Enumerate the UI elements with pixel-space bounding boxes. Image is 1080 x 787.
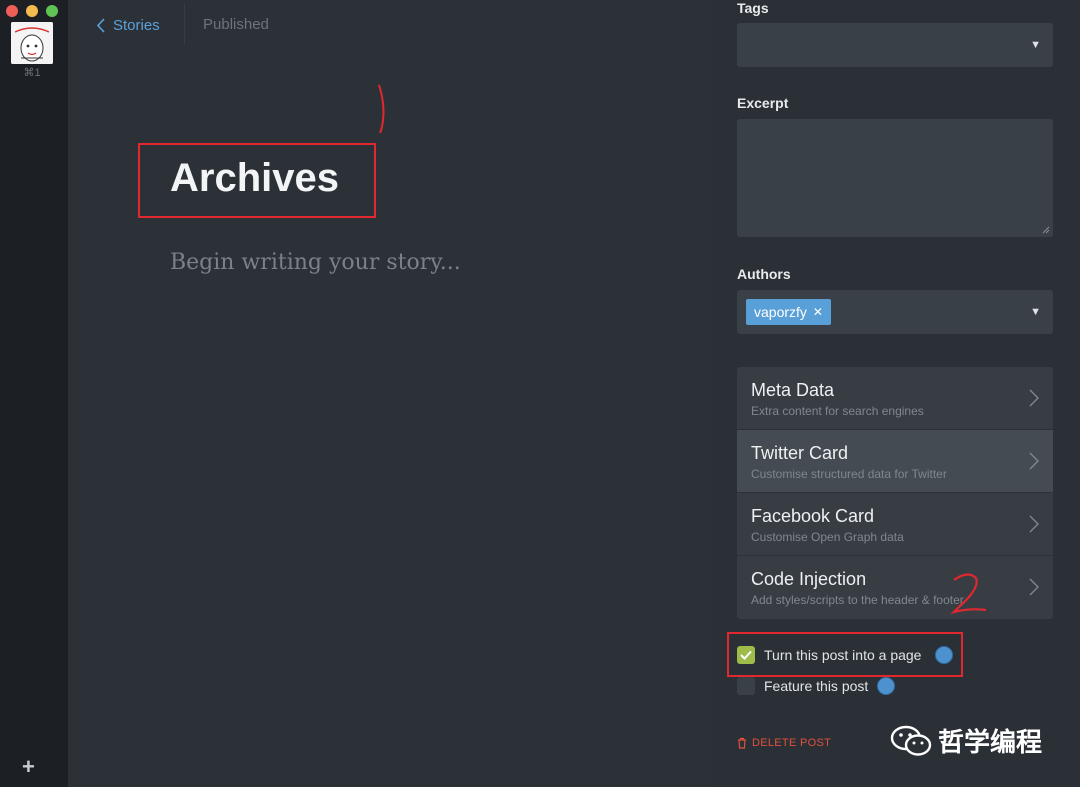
chevron-right-icon xyxy=(1029,578,1039,596)
wechat-icon xyxy=(890,725,932,756)
post-body-editor[interactable]: Begin writing your story... xyxy=(170,250,461,275)
authors-select[interactable]: vaporzfy ✕ ▼ xyxy=(737,290,1053,334)
feature-checkbox[interactable] xyxy=(737,677,755,695)
minimize-window-button[interactable] xyxy=(26,5,38,17)
tags-select[interactable]: ▼ xyxy=(737,23,1053,67)
post-title[interactable]: Archives xyxy=(170,156,339,201)
blog-avatar[interactable] xyxy=(11,22,53,64)
back-label: Stories xyxy=(113,16,160,34)
zoom-window-button[interactable] xyxy=(46,5,58,17)
menu-item-subtitle: Extra content for search engines xyxy=(751,404,924,418)
trash-icon xyxy=(738,737,746,749)
menu-item-subtitle: Customise structured data for Twitter xyxy=(751,467,947,481)
app-rail: ⌘1 + xyxy=(0,0,68,787)
close-window-button[interactable] xyxy=(6,5,18,17)
nav-divider xyxy=(184,4,185,44)
caret-down-icon: ▼ xyxy=(1030,306,1041,318)
post-status: Published xyxy=(203,16,269,33)
delete-post-button[interactable]: DELETE POST xyxy=(737,737,831,749)
menu-item-code-injection[interactable]: Code Injection Add styles/scripts to the… xyxy=(737,556,1053,619)
menu-item-title: Facebook Card xyxy=(751,506,875,526)
menu-item-subtitle: Customise Open Graph data xyxy=(751,530,904,544)
page-checkbox-label[interactable]: Turn this post into a page xyxy=(764,647,921,663)
plus-icon[interactable]: + xyxy=(22,756,35,778)
back-to-stories-link[interactable]: Stories xyxy=(96,14,160,36)
workspace-shortcut: ⌘1 xyxy=(23,67,41,79)
menu-item-subtitle: Add styles/scripts to the header & foote… xyxy=(751,593,964,607)
menu-item-meta-data[interactable]: Meta Data Extra content for search engin… xyxy=(737,367,1053,430)
feature-checkbox-label[interactable]: Feature this post xyxy=(764,678,868,694)
author-chip[interactable]: vaporzfy ✕ xyxy=(746,299,831,325)
chevron-right-icon xyxy=(1029,389,1039,407)
resize-handle-icon[interactable] xyxy=(1042,226,1050,234)
page-checkbox[interactable] xyxy=(737,646,755,664)
menu-item-title: Code Injection xyxy=(751,569,867,589)
excerpt-label: Excerpt xyxy=(737,95,789,111)
annotation-mark-1 xyxy=(378,84,385,134)
delete-post-label: DELETE POST xyxy=(752,737,832,749)
menu-item-title: Meta Data xyxy=(751,380,835,400)
menu-item-twitter-card[interactable]: Twitter Card Customise structured data f… xyxy=(737,430,1053,493)
chevron-right-icon xyxy=(1029,452,1039,470)
caret-down-icon: ▼ xyxy=(1030,39,1041,51)
cursor-marker xyxy=(935,646,953,664)
settings-menu: Meta Data Extra content for search engin… xyxy=(737,367,1053,619)
author-chip-label: vaporzfy xyxy=(754,304,807,320)
cursor-marker xyxy=(877,677,895,695)
chevron-right-icon xyxy=(1029,515,1039,533)
tags-label: Tags xyxy=(737,0,769,16)
excerpt-textarea[interactable] xyxy=(737,119,1053,237)
wechat-watermark: 哲学编程 xyxy=(890,722,1042,759)
watermark-text: 哲学编程 xyxy=(938,727,1043,757)
annotation-mark-2 xyxy=(950,573,987,615)
chevron-left-icon xyxy=(96,17,105,33)
remove-icon[interactable]: ✕ xyxy=(813,305,823,319)
checkmark-icon xyxy=(740,650,752,660)
authors-label: Authors xyxy=(737,266,791,282)
menu-item-title: Twitter Card xyxy=(751,443,849,463)
menu-item-facebook-card[interactable]: Facebook Card Customise Open Graph data xyxy=(737,493,1053,556)
